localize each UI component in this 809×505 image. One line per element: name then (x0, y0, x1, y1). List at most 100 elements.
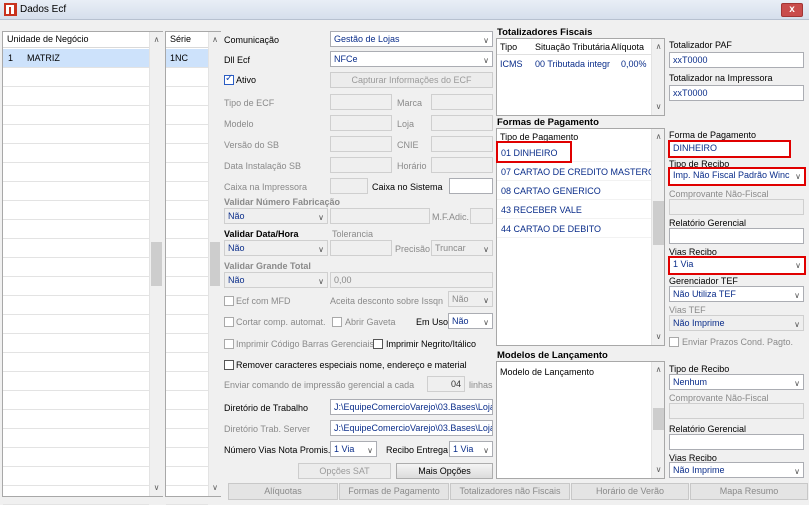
table-row[interactable] (3, 258, 149, 277)
capture-ecf-button[interactable]: Capturar Informações do ECF (330, 72, 493, 88)
col-tipo-header[interactable]: Tipo (500, 42, 517, 52)
close-button[interactable]: x (781, 3, 803, 17)
versao-sb-field[interactable] (330, 136, 392, 152)
scroll-thumb[interactable] (653, 201, 664, 245)
scroll-up-icon[interactable]: ∧ (652, 130, 664, 144)
table-row[interactable] (3, 315, 149, 334)
table-row[interactable] (166, 258, 208, 277)
table-row[interactable] (3, 239, 149, 258)
relatorio2-field[interactable] (669, 434, 804, 450)
enviar-gerencial-field[interactable]: 04 (427, 376, 465, 392)
formas-grid[interactable]: Tipo de Pagamento 01 DINHEIRO 07 CARTAO D… (496, 128, 665, 346)
tab-horario-verao[interactable]: Horário de Verão (571, 483, 689, 500)
horario-field[interactable] (431, 157, 493, 173)
data-sb-field[interactable] (330, 157, 392, 173)
business-unit-grid[interactable]: Unidade de Negócio 1 MATRIZ ∧ ∨ (2, 31, 163, 505)
table-row[interactable] (3, 296, 149, 315)
totalizadores-scrollbar[interactable]: ∧ ∨ (651, 39, 664, 115)
business-unit-scrollbar[interactable]: ∧ ∨ (149, 32, 163, 496)
dll-select[interactable]: NFCe ∨ (330, 51, 493, 67)
table-row[interactable] (166, 239, 208, 258)
totalizador-paf-field[interactable]: xxT0000 (669, 52, 804, 68)
series-scrollbar[interactable]: ∧ ∨ (208, 32, 221, 496)
dir-trabalho-field[interactable]: J:\EquipeComercioVarejo\03.Bases\Lojas (330, 399, 493, 415)
vias-tef-select[interactable]: Não Imprime ∨ (669, 315, 804, 331)
table-row[interactable] (166, 201, 208, 220)
aceita-desc-select[interactable]: Não ∨ (448, 291, 493, 307)
table-row[interactable] (166, 296, 208, 315)
caixa-impressora-field[interactable] (330, 178, 368, 194)
table-row[interactable] (166, 277, 208, 296)
table-row[interactable] (166, 315, 208, 334)
comprovante-field[interactable] (669, 199, 804, 215)
vias-recibo-select[interactable]: 1 Via ∨ (668, 256, 806, 275)
table-row[interactable] (3, 429, 149, 448)
table-row[interactable] (3, 68, 149, 87)
loja-field[interactable] (431, 115, 493, 131)
business-unit-header[interactable]: Unidade de Negócio (3, 32, 162, 48)
table-row[interactable] (3, 163, 149, 182)
table-row[interactable] (166, 106, 208, 125)
table-row[interactable] (3, 201, 149, 220)
tipo-pagamento-header[interactable]: Tipo de Pagamento (500, 132, 578, 142)
list-item[interactable]: 44 CARTAO DE DEBITO (497, 221, 651, 238)
modelo-header[interactable]: Modelo de Lançamento (500, 367, 594, 377)
tab-totalizadores-nao-fiscais[interactable]: Totalizadores não Fiscais (450, 483, 570, 500)
list-item[interactable]: 08 CARTAO GENERICO (497, 183, 651, 200)
table-row[interactable] (3, 353, 149, 372)
table-row[interactable] (3, 486, 149, 505)
table-row[interactable] (3, 220, 149, 239)
tipo-recibo2-select[interactable]: Nenhum ∨ (669, 374, 804, 390)
scroll-up-icon[interactable]: ∧ (209, 33, 221, 47)
table-row[interactable] (166, 448, 208, 467)
validar-fab-select[interactable]: Não ∨ (224, 208, 328, 224)
gerenciador-tef-select[interactable]: Não Utiliza TEF ∨ (669, 286, 804, 302)
table-row[interactable] (3, 125, 149, 144)
table-row[interactable] (166, 391, 208, 410)
table-row[interactable] (166, 125, 208, 144)
tolerancia-field[interactable] (330, 240, 392, 256)
table-row[interactable] (3, 372, 149, 391)
scroll-up-icon[interactable]: ∧ (652, 363, 664, 377)
table-row[interactable] (166, 486, 208, 505)
enviar-prazos-checkbox[interactable] (669, 337, 679, 347)
cortar-checkbox[interactable] (224, 317, 234, 327)
table-row[interactable] (166, 68, 208, 87)
caixa-sistema-field[interactable] (449, 178, 493, 194)
mfadic-field[interactable] (470, 208, 493, 224)
cnie-field[interactable] (431, 136, 493, 152)
imprimir-negrito-checkbox[interactable] (373, 339, 383, 349)
table-row[interactable] (3, 448, 149, 467)
validar-total-select[interactable]: Não ∨ (224, 272, 328, 288)
validar-data-select[interactable]: Não ∨ (224, 240, 328, 256)
col-situacao-header[interactable]: Situação Tributária (535, 42, 610, 52)
totalizador-imp-field[interactable]: xxT0000 (669, 85, 804, 101)
remover-checkbox[interactable] (224, 360, 234, 370)
table-row[interactable]: 1NC (166, 49, 208, 68)
table-row[interactable] (166, 163, 208, 182)
table-row[interactable] (3, 277, 149, 296)
modelo-field[interactable] (330, 115, 392, 131)
table-row[interactable] (3, 87, 149, 106)
table-row[interactable] (3, 467, 149, 486)
table-row[interactable] (3, 410, 149, 429)
table-row[interactable] (3, 391, 149, 410)
precisao-select[interactable]: Truncar ∨ (431, 240, 493, 256)
scroll-up-icon[interactable]: ∧ (652, 40, 664, 54)
table-row[interactable]: ICMS 00 Tributada integr 0,00% (497, 55, 651, 72)
formas-scrollbar[interactable]: ∧ ∨ (651, 129, 664, 345)
em-uso-select[interactable]: Não ∨ (448, 313, 493, 329)
ecf-mfd-checkbox[interactable] (224, 296, 234, 306)
table-row[interactable] (166, 372, 208, 391)
tab-aliquotas[interactable]: Alíquotas (228, 483, 338, 500)
scroll-down-icon[interactable]: ∨ (652, 463, 664, 477)
marca-field[interactable] (431, 94, 493, 110)
scroll-thumb[interactable] (210, 242, 220, 286)
scroll-down-icon[interactable]: ∨ (150, 481, 163, 495)
tipo-ecf-field[interactable] (330, 94, 392, 110)
table-row[interactable] (3, 334, 149, 353)
relatorio-field[interactable] (669, 228, 804, 244)
scroll-up-icon[interactable]: ∧ (150, 33, 163, 47)
table-row[interactable] (166, 353, 208, 372)
table-row[interactable] (166, 87, 208, 106)
